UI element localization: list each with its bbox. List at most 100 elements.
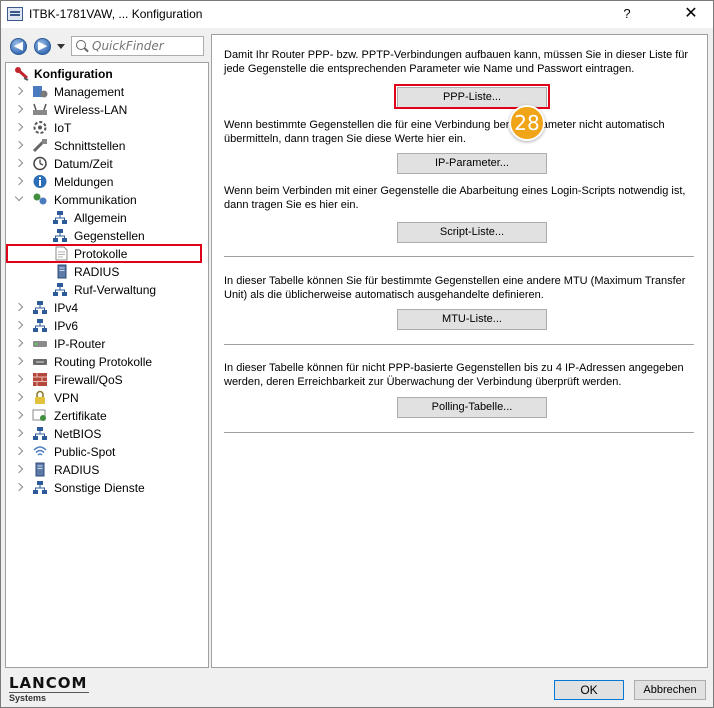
tree-item-general[interactable]: Allgemein (6, 209, 204, 227)
tree-item-label: VPN (54, 391, 79, 405)
section-divider (224, 256, 694, 257)
forward-button[interactable]: ▶ (34, 38, 51, 55)
expand-chevron-icon[interactable] (14, 446, 24, 456)
expand-chevron-icon[interactable] (14, 122, 24, 132)
network-icon (53, 229, 67, 242)
tree-item-label: RADIUS (74, 265, 120, 279)
tree-item-label: IP-Router (54, 337, 106, 351)
expand-chevron-icon[interactable] (14, 482, 24, 492)
network-icon (33, 481, 47, 494)
tree-item-messages[interactable]: Meldungen (6, 173, 204, 191)
expand-chevron-icon[interactable] (14, 320, 24, 330)
server-icon (35, 462, 45, 477)
routing-icon (33, 359, 47, 365)
step-number-badge: 28 (509, 105, 545, 141)
server-icon (57, 264, 67, 279)
tree-item-communication[interactable]: Kommunikation (6, 191, 204, 209)
firewall-icon (33, 373, 47, 386)
tree-item-routing-protocols[interactable]: Routing Protokolle (6, 353, 204, 371)
tree-item-label: IoT (54, 121, 72, 135)
tree-item-label: Firewall/QoS (54, 373, 123, 387)
tree-item-vpn[interactable]: VPN (6, 389, 204, 407)
network-icon (33, 427, 47, 440)
expand-chevron-icon[interactable] (14, 356, 24, 366)
expand-chevron-icon[interactable] (14, 374, 24, 384)
expand-chevron-icon[interactable] (14, 86, 24, 96)
tree-item-ip-router[interactable]: IP-Router (6, 335, 204, 353)
polling-table-button[interactable]: Polling-Tabelle... (397, 397, 547, 418)
ppp-description: Damit Ihr Router PPP- bzw. PPTP-Verbindu… (224, 49, 689, 75)
logo-text: LANCOM (9, 674, 88, 692)
tree-item-label: Kommunikation (54, 193, 137, 207)
tree-item-ipv6[interactable]: IPv6 (6, 317, 204, 335)
quickfinder-box[interactable] (71, 36, 204, 56)
info-icon (33, 175, 47, 188)
expand-chevron-icon[interactable] (14, 464, 24, 474)
tree-item-call-management[interactable]: Ruf-Verwaltung (6, 281, 204, 299)
ok-button[interactable]: OK (554, 680, 624, 700)
close-button[interactable]: ✕ (681, 5, 701, 25)
interfaces-icon (32, 138, 47, 153)
tree-root-configuration[interactable]: Konfiguration (10, 65, 200, 83)
tree-item-iot[interactable]: IoT (6, 119, 204, 137)
ip-parameter-button[interactable]: IP-Parameter... (397, 153, 547, 174)
tree-item-netbios[interactable]: NetBIOS (6, 425, 204, 443)
cancel-button[interactable]: Abbrechen (634, 680, 706, 700)
tree-item-label: IPv6 (54, 319, 79, 333)
tree-item-radius-communication[interactable]: RADIUS (6, 263, 204, 281)
section-divider (224, 432, 694, 433)
tree-item-label: Ruf-Verwaltung (74, 283, 157, 297)
expand-chevron-icon[interactable] (14, 392, 24, 402)
configuration-icon (15, 67, 29, 81)
expand-chevron-icon[interactable] (14, 140, 24, 150)
network-icon (53, 211, 67, 224)
config-tree: Konfiguration Management Wireless-LAN Io… (5, 62, 209, 668)
tree-item-radius[interactable]: RADIUS (6, 461, 204, 479)
tree-item-wireless-lan[interactable]: Wireless-LAN (6, 101, 204, 119)
expand-chevron-icon[interactable] (14, 158, 24, 168)
wifi-icon (33, 446, 47, 456)
script-list-button[interactable]: Script-Liste... (397, 222, 547, 243)
iot-icon (33, 121, 47, 134)
tree-item-management[interactable]: Management (6, 83, 204, 101)
selection-highlight (6, 244, 202, 263)
tree-item-other-services[interactable]: Sonstige Dienste (6, 479, 204, 497)
expand-chevron-icon[interactable] (14, 410, 24, 420)
tree-item-label: Schnittstellen (54, 139, 126, 153)
network-icon (33, 301, 47, 314)
expand-chevron-icon[interactable] (14, 104, 24, 114)
lancom-logo: LANCOM Systems (9, 676, 89, 704)
tree-item-certificates[interactable]: Zertifikate (6, 407, 204, 425)
lock-icon (35, 390, 45, 404)
expand-chevron-icon[interactable] (14, 302, 24, 312)
search-icon (76, 40, 86, 50)
window-title: ITBK-1781VAW, ... Konfiguration (29, 7, 203, 21)
back-button[interactable]: ◀ (10, 38, 27, 55)
tree-item-ipv4[interactable]: IPv4 (6, 299, 204, 317)
ip-parameter-description: Wenn bestimmte Gegenstellen die für eine… (224, 119, 665, 145)
tree-item-label: NetBIOS (54, 427, 102, 441)
tree-item-public-spot[interactable]: Public-Spot (6, 443, 204, 461)
router-icon (33, 341, 47, 347)
tree-item-remote-sites[interactable]: Gegenstellen (6, 227, 204, 245)
tree-item-label: Zertifikate (54, 409, 107, 423)
tree-item-date-time[interactable]: Datum/Zeit (6, 155, 204, 173)
history-dropdown-icon[interactable] (57, 44, 65, 49)
title-bar: ITBK-1781VAW, ... Konfiguration ? ✕ (1, 1, 713, 28)
collapse-chevron-icon[interactable] (14, 192, 24, 202)
quickfinder-input[interactable] (92, 38, 200, 54)
expand-chevron-icon[interactable] (14, 428, 24, 438)
tree-item-label: Gegenstellen (74, 229, 145, 243)
certificate-icon (32, 409, 46, 421)
tree-item-interfaces[interactable]: Schnittstellen (6, 137, 204, 155)
polling-description: In dieser Tabelle können für nicht PPP-b… (224, 362, 684, 388)
tree-item-label: IPv4 (54, 301, 79, 315)
expand-chevron-icon[interactable] (14, 176, 24, 186)
tree-item-firewall-qos[interactable]: Firewall/QoS (6, 371, 204, 389)
expand-chevron-icon[interactable] (14, 338, 24, 348)
tree-item-label: Wireless-LAN (54, 103, 128, 117)
tree-item-label: Meldungen (54, 175, 114, 189)
config-window: ITBK-1781VAW, ... Konfiguration ? ✕ ◀ ▶ … (0, 0, 714, 708)
help-button[interactable]: ? (617, 5, 637, 25)
mtu-list-button[interactable]: MTU-Liste... (397, 309, 547, 330)
